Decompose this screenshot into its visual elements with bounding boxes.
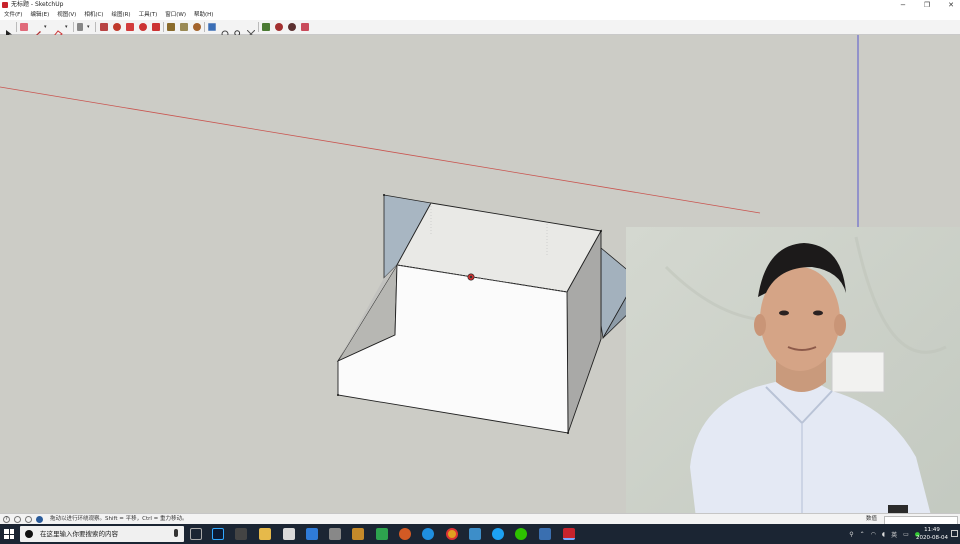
maximize-button[interactable]: ❐ — [922, 0, 932, 10]
chevron-down-icon[interactable]: ▾ — [65, 23, 70, 31]
window-title: 无标题 - SketchUp — [11, 1, 64, 8]
menu-bar: 文件(F) 编辑(E) 视图(V) 相机(C) 绘图(R) 工具(T) 窗口(W… — [0, 10, 960, 20]
green-app-icon[interactable] — [376, 528, 388, 540]
warehouse-icon[interactable] — [262, 23, 270, 31]
task-view-icon[interactable] — [190, 528, 202, 540]
wall-card — [831, 351, 885, 393]
ime-icon[interactable]: 英 — [891, 530, 897, 539]
box-front-face — [337, 264, 569, 434]
vertex-marker — [567, 432, 569, 434]
move-icon[interactable] — [126, 23, 134, 31]
photoshop-icon[interactable] — [212, 528, 224, 540]
shape-tool-icon[interactable] — [53, 23, 63, 38]
menu-edit[interactable]: 编辑(E) — [26, 10, 53, 20]
menu-view[interactable]: 视图(V) — [53, 10, 80, 20]
sketchup-taskbar-icon[interactable] — [563, 528, 575, 540]
vertex-marker — [337, 394, 339, 396]
toolbar-divider — [163, 22, 164, 32]
tape-measure-icon[interactable] — [167, 23, 175, 31]
clock-date: 2020-08-04 — [916, 535, 948, 541]
chevron-down-icon[interactable]: ▾ — [44, 23, 49, 31]
pencil-line-icon[interactable] — [33, 23, 41, 38]
layout-icon[interactable] — [288, 23, 296, 31]
offset-icon[interactable] — [113, 23, 121, 31]
menu-tools[interactable]: 工具(T) — [135, 10, 162, 20]
red-app-icon[interactable] — [399, 528, 411, 540]
rotate-icon[interactable] — [139, 23, 147, 31]
sketchup-logo-icon — [2, 2, 8, 8]
chevron-up-icon[interactable]: ⌃ — [860, 531, 865, 538]
file-explorer-icon[interactable] — [259, 528, 271, 540]
photos-icon[interactable] — [539, 528, 551, 540]
toolbar-divider — [258, 22, 259, 32]
user-icon[interactable] — [36, 516, 43, 523]
wechat-icon[interactable] — [515, 528, 527, 540]
network-icon[interactable]: ◠ — [871, 531, 876, 538]
windows-taskbar: 在这里输入你要搜索的内容 ⚲ ⌃ ◠ ◖ 英 ▭ ● 11:49 2020-08… — [0, 524, 960, 544]
vertex-marker — [600, 230, 602, 232]
taskbar-search[interactable]: 在这里输入你要搜索的内容 — [20, 526, 184, 542]
toolbar-divider — [73, 22, 74, 32]
store-icon[interactable] — [469, 528, 481, 540]
geo-location-icon[interactable] — [14, 516, 21, 523]
window-controls: − ❐ ✕ — [898, 0, 956, 10]
edge-icon[interactable] — [422, 528, 434, 540]
rectangle-tool-icon[interactable] — [77, 23, 83, 31]
windows-start-icon[interactable] — [4, 529, 14, 539]
minimize-button[interactable]: − — [898, 0, 908, 10]
text-icon[interactable] — [180, 23, 188, 31]
taskbar-clock[interactable]: 11:49 2020-08-04 — [916, 526, 948, 542]
clock-time: 11:49 — [924, 527, 940, 533]
people-icon[interactable]: ⚲ — [849, 531, 853, 538]
search-placeholder: 在这里输入你要搜索的内容 — [40, 530, 118, 538]
battery-icon[interactable]: ▭ — [903, 531, 909, 538]
red-axis-line — [0, 86, 761, 214]
menu-help[interactable]: 帮助(H) — [190, 10, 217, 20]
cortana-icon — [25, 530, 33, 538]
push-pull-icon[interactable] — [100, 23, 108, 31]
menu-window[interactable]: 窗口(W) — [161, 10, 190, 20]
camera-icon[interactable] — [329, 528, 341, 540]
scale-icon[interactable] — [152, 23, 160, 31]
main-toolbar: ▾ ▾ ▾ — [0, 20, 960, 39]
toolbar-divider — [204, 22, 205, 32]
select-tool-icon[interactable] — [5, 23, 13, 38]
eraser-icon[interactable] — [20, 23, 28, 31]
vertex-marker — [383, 194, 385, 196]
chrome-icon[interactable] — [446, 528, 458, 540]
menu-file[interactable]: 文件(F) — [0, 10, 26, 20]
steam-icon[interactable] — [235, 528, 247, 540]
microphone-icon[interactable] — [174, 529, 178, 537]
qq-icon[interactable] — [492, 528, 504, 540]
close-button[interactable]: ✕ — [946, 0, 956, 10]
notification-icon[interactable] — [951, 530, 958, 537]
ruby-icon[interactable] — [301, 23, 309, 31]
orbit-icon[interactable] — [208, 23, 216, 31]
title-bar: 无标题 - SketchUp − ❐ ✕ — [0, 0, 960, 10]
volume-icon[interactable]: ◖ — [882, 531, 885, 538]
presenter-webcam — [626, 227, 960, 513]
notepad-icon[interactable] — [283, 528, 295, 540]
orbit-cursor-icon — [467, 273, 475, 281]
chevron-down-icon[interactable]: ▾ — [87, 23, 92, 31]
help-icon[interactable]: ? — [3, 516, 10, 523]
mail-icon[interactable] — [306, 528, 318, 540]
zoom-extents-icon[interactable] — [246, 23, 256, 39]
menu-camera[interactable]: 相机(C) — [80, 10, 107, 20]
toolbar-divider — [95, 22, 96, 32]
paint-bucket-icon[interactable] — [193, 23, 201, 31]
drawing-viewport[interactable] — [0, 35, 960, 513]
extension-icon[interactable] — [275, 23, 283, 31]
toolbar-divider — [16, 22, 17, 32]
menu-draw[interactable]: 绘图(R) — [107, 10, 134, 20]
system-tray: ⚲ ⌃ ◠ ◖ 英 ▭ ● — [849, 524, 920, 544]
pan-hand-icon[interactable] — [221, 23, 229, 38]
media-player-icon[interactable] — [352, 528, 364, 540]
credits-icon[interactable] — [25, 516, 32, 523]
zoom-icon[interactable] — [234, 23, 242, 38]
